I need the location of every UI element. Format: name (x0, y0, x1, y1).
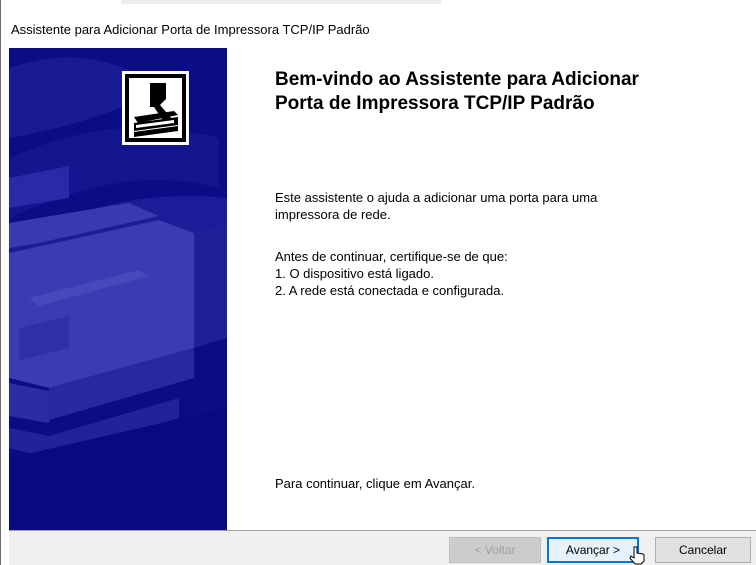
window-title: Assistente para Adicionar Porta de Impre… (11, 22, 370, 37)
intro-line-1: Este assistente o ajuda a adicionar uma … (275, 190, 598, 205)
intro-line-2: impressora de rede. (275, 207, 391, 222)
prereq-item-1: 1. O dispositivo está ligado. (275, 266, 434, 281)
intro-text: Este assistente o ajuda a adicionar uma … (275, 189, 695, 223)
banner-artwork (9, 57, 227, 530)
wizard-content: Bem-vindo ao Assistente para Adicionar P… (227, 48, 756, 530)
wizard-banner (9, 48, 227, 530)
continue-hint: Para continuar, clique em Avançar. (275, 476, 475, 491)
top-strip (1, 0, 756, 12)
title-bar: Assistente para Adicionar Porta de Impre… (1, 12, 756, 48)
cancel-button[interactable]: Cancelar (655, 537, 751, 563)
prereq-item-2: 2. A rede está conectada e configurada. (275, 283, 505, 298)
heading-line-1: Bem-vindo ao Assistente para Adicionar (275, 69, 639, 90)
mouse-pointer-icon (629, 546, 645, 565)
prereq-title: Antes de continuar, certifique-se de que… (275, 249, 508, 264)
printer-icon (122, 71, 189, 145)
heading-line-2: Porta de Impressora TCP/IP Padrão (275, 93, 595, 114)
wizard-heading: Bem-vindo ao Assistente para Adicionar P… (275, 68, 715, 116)
next-button[interactable]: Avançar > (547, 537, 639, 563)
back-button[interactable]: < Voltar (449, 537, 541, 563)
wizard-window: Assistente para Adicionar Porta de Impre… (0, 0, 756, 565)
prerequisites: Antes de continuar, certifique-se de que… (275, 248, 695, 299)
